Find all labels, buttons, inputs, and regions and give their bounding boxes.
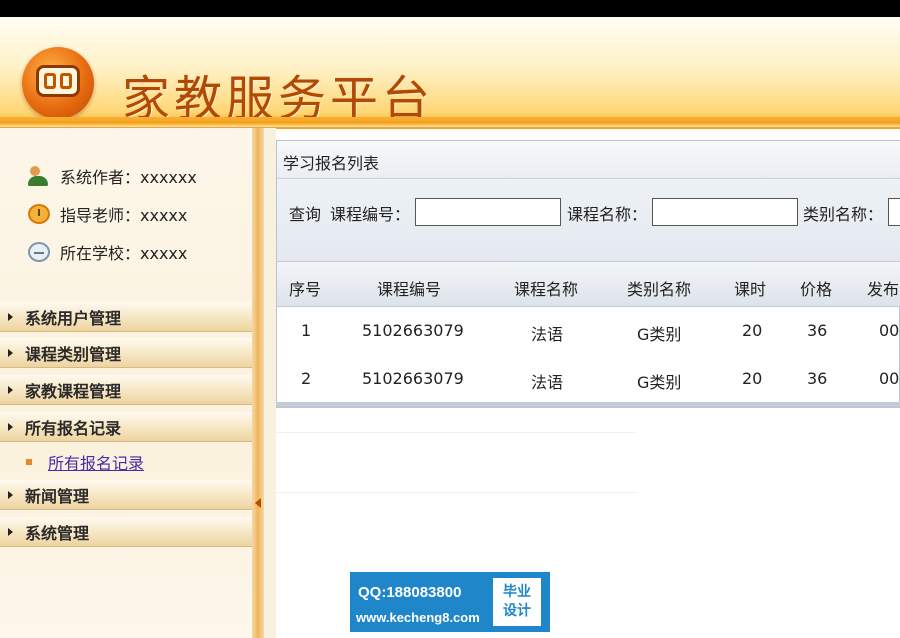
- header-divider: [0, 117, 900, 127]
- collapse-arrow-icon[interactable]: [255, 498, 261, 508]
- watermark-qq: QQ:188083800: [358, 584, 462, 601]
- table-cell: 法语: [531, 325, 564, 344]
- column-header[interactable]: 课程编号: [377, 276, 441, 300]
- menu-label: 课程类别管理: [25, 344, 122, 364]
- column-header[interactable]: 课程名称: [514, 276, 578, 300]
- course-name-input[interactable]: [652, 198, 798, 226]
- watermark-badge: 毕业 设计: [493, 578, 541, 626]
- panel-title: 学习报名列表: [277, 141, 900, 179]
- table-cell: 2: [301, 369, 312, 388]
- menu-label: 家教课程管理: [25, 381, 122, 401]
- table-cell: 5102663079: [362, 321, 464, 340]
- column-header[interactable]: 课时: [734, 276, 766, 300]
- category-input[interactable]: [888, 198, 900, 226]
- menu-label: 所有报名记录: [25, 418, 122, 438]
- teacher-info: 指导老师：xxxxx: [28, 203, 187, 225]
- table-cell: 00: [879, 321, 900, 340]
- table-row[interactable]: 1 5102663079 法语 G类别 20 36 00: [277, 307, 900, 355]
- column-header[interactable]: 发布: [867, 276, 899, 300]
- teacher-label: 指导老师：xxxxx: [60, 206, 188, 225]
- submenu-all-registrations[interactable]: 所有报名记录: [26, 450, 144, 474]
- author-label: 系统作者：xxxxxx: [60, 168, 197, 187]
- table-bottom-border: [276, 402, 900, 407]
- school-label: 所在学校：xxxxx: [60, 244, 188, 263]
- table-cell: 20: [742, 321, 763, 340]
- expand-arrow-icon: [8, 490, 13, 499]
- table-cell: 5102663079: [362, 369, 464, 388]
- course-code-label: 课程编号：: [330, 205, 411, 224]
- bullet-icon: [26, 459, 32, 465]
- menu-system[interactable]: 系统管理: [0, 517, 252, 547]
- table-cell: 00.: [879, 369, 900, 388]
- watermark-banner: QQ:188083800 www.kecheng8.com 毕业 设计: [350, 572, 550, 632]
- table-cell: G类别: [637, 325, 682, 344]
- column-header[interactable]: 类别名称: [627, 276, 691, 300]
- table-row[interactable]: 2 5102663079 法语 G类别 20 36 00.: [277, 355, 900, 403]
- category-label: 类别名称：: [803, 205, 884, 224]
- course-name-label: 课程名称：: [567, 205, 648, 224]
- table-cell: 36: [807, 321, 828, 340]
- expand-arrow-icon: [8, 348, 13, 357]
- column-header[interactable]: 序号: [289, 276, 321, 300]
- table-cell: G类别: [637, 373, 682, 392]
- logo-icon: [22, 47, 94, 119]
- sidebar-splitter[interactable]: [252, 128, 264, 638]
- course-code-input[interactable]: [415, 198, 561, 226]
- search-prefix: 查询: [289, 205, 322, 224]
- submenu-link[interactable]: 所有报名记录: [48, 450, 144, 474]
- author-info: 系统作者：xxxxxx: [28, 165, 197, 187]
- menu-label: 系统用户管理: [25, 308, 122, 328]
- registration-table: 序号 课程编号 课程名称 类别名称 课时 价格 发布 1 5102663079 …: [277, 261, 900, 407]
- menu-all-registrations[interactable]: 所有报名记录: [0, 412, 252, 442]
- menu-news[interactable]: 新闻管理: [0, 480, 252, 510]
- menu-label: 系统管理: [25, 523, 90, 543]
- menu-tutoring-courses[interactable]: 家教课程管理: [0, 375, 252, 405]
- expand-arrow-icon: [8, 422, 13, 431]
- table-cell: 1: [301, 321, 312, 340]
- app-header: 家教服务平台: [0, 17, 900, 129]
- expand-arrow-icon: [8, 312, 13, 321]
- menu-course-categories[interactable]: 课程类别管理: [0, 338, 252, 368]
- watermark-site: www.kecheng8.com: [356, 610, 480, 625]
- school-icon: [28, 242, 50, 262]
- table-cell: 20: [742, 369, 763, 388]
- menu-system-users[interactable]: 系统用户管理: [0, 302, 252, 332]
- user-icon: [28, 166, 50, 186]
- expand-arrow-icon: [8, 527, 13, 536]
- alarm-clock-icon: [28, 204, 50, 224]
- menu-label: 新闻管理: [25, 486, 90, 506]
- top-black-bar: [0, 0, 900, 17]
- search-bar: 查询 课程编号： 课程名称： 类别名称：: [277, 179, 900, 261]
- column-header[interactable]: 价格: [800, 276, 832, 300]
- table-cell: 36: [807, 369, 828, 388]
- school-info: 所在学校：xxxxx: [28, 241, 187, 263]
- expand-arrow-icon: [8, 385, 13, 394]
- table-cell: 法语: [531, 373, 564, 392]
- table-header: 序号 课程编号 课程名称 类别名称 课时 价格 发布: [277, 261, 900, 307]
- registration-list-panel: 学习报名列表 查询 课程编号： 课程名称： 类别名称： 序号 课程编号 课程名称…: [276, 140, 900, 408]
